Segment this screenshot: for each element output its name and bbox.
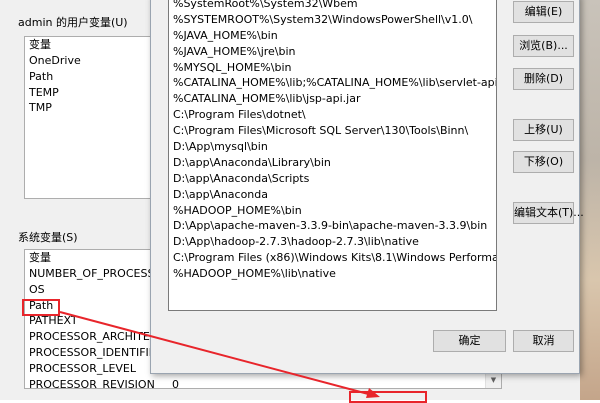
table-row[interactable]: PROCESSOR_REVISION 0	[25, 377, 501, 389]
annotation-highlight-button	[349, 391, 427, 403]
path-entry[interactable]: %MYSQL_HOME%\bin	[169, 60, 496, 76]
path-entry[interactable]: %JAVA_HOME%\jre\bin	[169, 44, 496, 60]
path-entry[interactable]: D:\App\apache-maven-3.3.9-bin\apache-mav…	[169, 218, 496, 234]
ok-button[interactable]: 确定	[433, 330, 506, 352]
annotation-highlight-path	[22, 299, 60, 316]
system-vars-label: 系统变量(S)	[18, 231, 78, 244]
edit-text-button[interactable]: 编辑文本(T)...	[513, 202, 584, 224]
path-entry[interactable]: D:\app\Anaconda\Library\bin	[169, 155, 496, 171]
background-photo	[580, 0, 600, 400]
path-entry[interactable]: %HADOOP_HOME%\bin	[169, 203, 496, 219]
edit-button[interactable]: 编辑(E)	[513, 1, 574, 23]
path-entry[interactable]: D:\App\hadoop-2.7.3\hadoop-2.7.3\lib\nat…	[169, 234, 496, 250]
var-value: 0	[172, 377, 179, 389]
cancel-button[interactable]: 取消	[513, 330, 574, 352]
move-up-button[interactable]: 上移(U)	[513, 119, 574, 141]
path-entry[interactable]: C:\Program Files\Microsoft SQL Server\13…	[169, 123, 496, 139]
path-entry[interactable]: D:\App\mysql\bin	[169, 139, 496, 155]
path-entry[interactable]: %CATALINA_HOME%\lib;%CATALINA_HOME%\lib\…	[169, 75, 496, 91]
path-entry[interactable]: D:\app\Anaconda	[169, 187, 496, 203]
browse-button[interactable]: 浏览(B)...	[513, 35, 574, 57]
var-name: PROCESSOR_REVISION	[29, 377, 155, 389]
path-entry[interactable]: C:\Program Files (x86)\Windows Kits\8.1\…	[169, 250, 496, 266]
scroll-down-button[interactable]: ▼	[485, 372, 501, 388]
path-entry[interactable]: C:\Program Files\dotnet\	[169, 107, 496, 123]
path-entry[interactable]: %SystemRoot%\System32\Wbem	[169, 0, 496, 12]
path-entry[interactable]: %JAVA_HOME%\bin	[169, 28, 496, 44]
path-entry[interactable]: D:\app\Anaconda\Scripts	[169, 171, 496, 187]
delete-button[interactable]: 删除(D)	[513, 68, 574, 90]
path-entry[interactable]: %HADOOP_HOME%\lib\native	[169, 266, 496, 282]
move-down-button[interactable]: 下移(O)	[513, 151, 574, 173]
path-entries-list[interactable]: %SystemRoot%\System32\Wbem %SYSTEMROOT%\…	[168, 0, 497, 311]
path-entry[interactable]: %CATALINA_HOME%\lib\jsp-api.jar	[169, 91, 496, 107]
path-entry[interactable]: %SYSTEMROOT%\System32\WindowsPowerShell\…	[169, 12, 496, 28]
user-vars-label: admin 的用户变量(U)	[18, 16, 128, 29]
edit-path-dialog: %SystemRoot%\System32\Wbem %SYSTEMROOT%\…	[150, 0, 584, 374]
